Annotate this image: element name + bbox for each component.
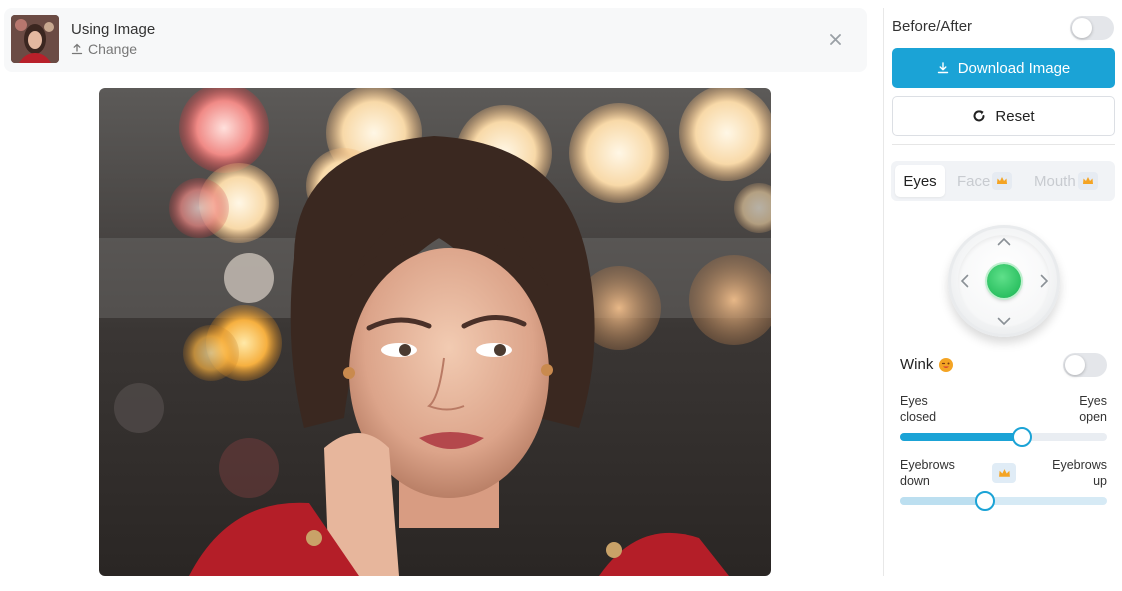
eyebrows-slider-handle[interactable] [974, 491, 995, 511]
chevron-up-icon[interactable] [996, 233, 1012, 249]
download-label: Download Image [957, 59, 1071, 77]
eyes-slider-handle[interactable] [1012, 427, 1033, 447]
crown-icon [992, 172, 1013, 190]
eyebrows-up-line1: Eyebrows [1052, 458, 1107, 472]
wink-toggle[interactable] [1063, 353, 1107, 377]
image-workspace: Using Image Change [0, 0, 883, 591]
tab-eyes[interactable]: Eyes [895, 165, 945, 197]
feature-tabs: Eyes Face Mouth [891, 161, 1115, 201]
eyebrows-down-line2: down [900, 474, 930, 488]
image-thumbnail [11, 15, 59, 63]
eyes-open-line1: Eyes [1079, 394, 1107, 408]
tab-mouth-label: Mouth [1034, 172, 1076, 190]
change-image-button[interactable]: Change [71, 41, 137, 57]
close-button[interactable] [825, 29, 845, 49]
eye-direction-joystick[interactable] [948, 225, 1060, 337]
change-label: Change [88, 41, 138, 57]
reset-button[interactable]: Reset [892, 96, 1115, 136]
eyes-closed-line1: Eyes [900, 394, 928, 408]
eyebrows-slider-fill [900, 497, 985, 505]
file-info-bar: Using Image Change [4, 8, 867, 72]
download-icon [937, 62, 948, 74]
eyebrows-down-label: Eyebrows down [900, 457, 955, 489]
panel-separator [892, 144, 1115, 145]
eyebrows-up-line2: up [1093, 474, 1107, 488]
joystick-knob[interactable] [987, 264, 1021, 298]
edit-panel: Before/After Download Image Reset Eyes F… [884, 0, 1122, 591]
chevron-down-icon[interactable] [996, 313, 1012, 329]
file-title: Using Image [71, 21, 156, 38]
tab-face-label: Face [957, 172, 991, 190]
crown-icon [992, 463, 1016, 483]
refresh-icon [973, 110, 985, 122]
eyes-open-line2: open [1079, 410, 1107, 424]
wink-label: Wink [900, 356, 934, 373]
download-image-button[interactable]: Download Image [892, 48, 1115, 88]
upload-icon [71, 43, 83, 55]
tab-face[interactable]: Face [957, 165, 1013, 197]
wink-row: Wink [900, 356, 954, 373]
before-after-toggle[interactable] [1070, 16, 1114, 40]
eyes-open-label: Eyes open [1079, 393, 1107, 425]
eyes-open-slider[interactable] [900, 427, 1107, 447]
eyebrows-up-label: Eyebrows up [1052, 457, 1107, 489]
eyebrows-down-line1: Eyebrows [900, 458, 955, 472]
chevron-left-icon[interactable] [956, 273, 972, 289]
chevron-right-icon[interactable] [1036, 273, 1052, 289]
before-after-label: Before/After [892, 18, 973, 35]
reset-label: Reset [995, 107, 1035, 125]
eyes-closed-label: Eyes closed [900, 393, 936, 425]
tab-eyes-label: Eyes [903, 172, 937, 190]
crown-icon [1077, 172, 1098, 190]
tab-mouth[interactable]: Mouth [1034, 165, 1098, 197]
eyes-slider-fill [900, 433, 1023, 441]
eyes-closed-line2: closed [900, 410, 937, 424]
eyebrows-slider[interactable] [900, 491, 1107, 511]
wink-emoji-icon [939, 357, 954, 372]
close-icon [829, 33, 841, 45]
edited-photo [99, 88, 771, 576]
